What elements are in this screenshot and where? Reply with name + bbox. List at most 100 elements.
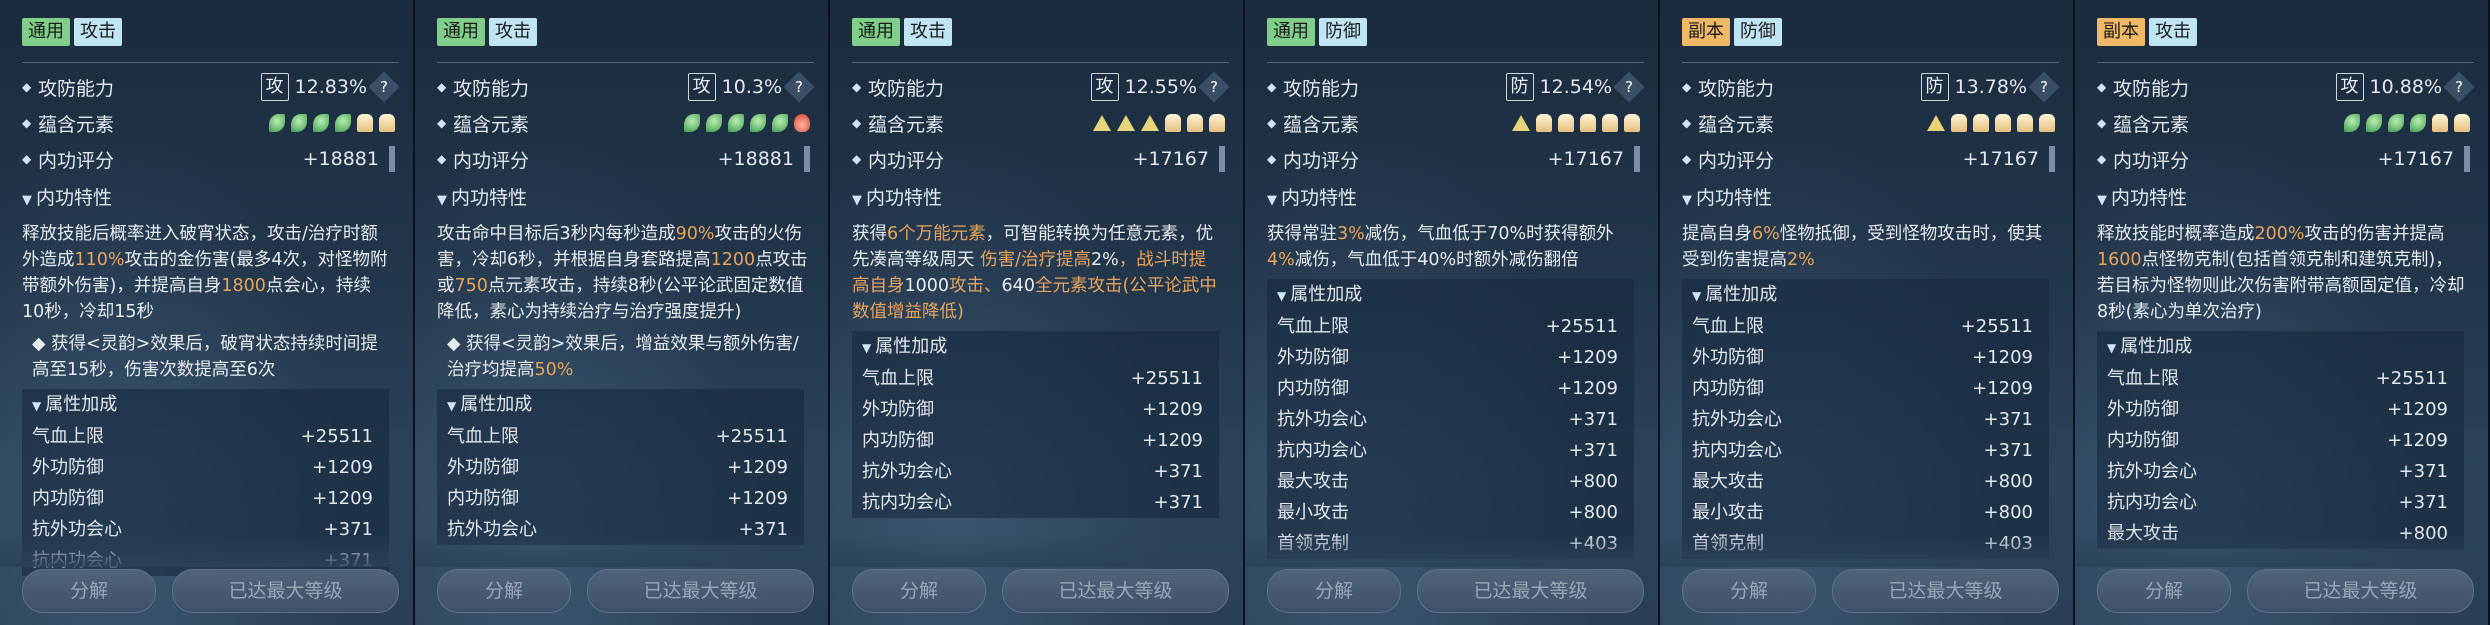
- divider: [852, 62, 1229, 63]
- score-value: +17167: [1547, 148, 1624, 170]
- score-scrollbar: [1634, 146, 1640, 172]
- divider: [22, 62, 399, 63]
- attribute-value: +800: [1568, 502, 1618, 523]
- help-icon[interactable]: ?: [368, 71, 400, 103]
- max-level-button[interactable]: 已达最大等级: [1832, 569, 2059, 613]
- category-tag: 攻击: [74, 18, 122, 46]
- tag-row: 通用 攻击: [437, 18, 814, 48]
- disassemble-button[interactable]: 分解: [437, 569, 571, 613]
- score-label: 内功评分: [38, 149, 115, 172]
- diamond-bullet-icon: ◆: [437, 152, 447, 166]
- button-row: 分解 已达最大等级: [2097, 569, 2474, 613]
- disassemble-button[interactable]: 分解: [22, 569, 156, 613]
- power-type-badge: 攻: [260, 73, 289, 101]
- power-value: 12.54%: [1539, 76, 1612, 98]
- traits-header[interactable]: ▼ 内功特性: [1682, 181, 2059, 215]
- collapse-arrow-icon: ▼: [1692, 289, 1702, 303]
- score-value: +18881: [717, 148, 794, 170]
- attribute-row: 外功防御 +1209: [862, 394, 1213, 425]
- attribute-value: +403: [1568, 533, 1618, 554]
- attribute-row: 气血上限 +25511: [862, 363, 1213, 394]
- attrs-header[interactable]: ▼ 属性加成: [1692, 279, 2043, 311]
- attrs-header[interactable]: ▼ 属性加成: [32, 389, 383, 421]
- attribute-panel: ▼ 属性加成 气血上限 +25511 外功防御 +1209 内功防御 +1209 抗外功会心 +3…: [852, 331, 1219, 518]
- max-level-button[interactable]: 已达最大等级: [172, 569, 399, 613]
- attribute-panel: ▼ 属性加成 气血上限 +25511 外功防御 +1209 内功防御 +1209 抗外功会心 +3…: [1682, 279, 2049, 559]
- category-tag: 攻击: [904, 18, 952, 46]
- attribute-name: 抗外功会心: [1692, 409, 1782, 430]
- attribute-name: 最小攻击: [1692, 502, 1764, 523]
- traits-header[interactable]: ▼ 内功特性: [852, 181, 1229, 215]
- desc-text: 减伤，气血低于70%时获得额外: [1364, 224, 1614, 244]
- attribute-row: 外功防御 +1209: [2107, 394, 2458, 425]
- attribute-row: 抗外功会心 +371: [1692, 404, 2043, 435]
- traits-header[interactable]: ▼ 内功特性: [1267, 181, 1644, 215]
- max-level-button[interactable]: 已达最大等级: [587, 569, 814, 613]
- score-value: +17167: [2377, 148, 2454, 170]
- disassemble-button[interactable]: 分解: [2097, 569, 2231, 613]
- score-scrollbar: [804, 146, 810, 172]
- score-scrollbar: [1219, 146, 1225, 172]
- traits-header[interactable]: ▼ 内功特性: [22, 181, 399, 215]
- highlight-value: 6%: [1752, 224, 1780, 244]
- attrs-header[interactable]: ▼ 属性加成: [2107, 331, 2458, 363]
- collapse-arrow-icon: ▼: [1682, 193, 1692, 208]
- attribute-row: 抗外功会心 +371: [1277, 404, 1628, 435]
- disassemble-button[interactable]: 分解: [1682, 569, 1816, 613]
- max-level-button[interactable]: 已达最大等级: [1002, 569, 1229, 613]
- attrs-header[interactable]: ▼ 属性加成: [447, 389, 798, 421]
- attrs-header[interactable]: ▼ 属性加成: [862, 331, 1213, 363]
- attribute-name: 内功防御: [1692, 378, 1764, 399]
- attribute-name: 首领克制: [1277, 533, 1349, 554]
- trait-description: 获得常驻3%减伤，气血低于70%时获得额外 4%减伤，气血低于40%时额外减伤翻倍: [1267, 221, 1644, 273]
- help-icon[interactable]: ?: [783, 71, 815, 103]
- leaf-element-icon: [291, 114, 307, 132]
- help-icon[interactable]: ?: [2028, 71, 2060, 103]
- highlight-value: 1800: [221, 276, 266, 296]
- help-icon[interactable]: ?: [1613, 71, 1645, 103]
- attribute-name: 最小攻击: [1277, 502, 1349, 523]
- help-icon[interactable]: ?: [1198, 71, 1230, 103]
- button-row: 分解 已达最大等级: [22, 569, 399, 613]
- attribute-name: 抗内功会心: [1692, 440, 1782, 461]
- traits-header[interactable]: ▼ 内功特性: [2097, 181, 2474, 215]
- attribute-value: +1209: [312, 488, 373, 509]
- attribute-name: 气血上限: [1277, 316, 1349, 337]
- trait-description: 释放技能后概率进入破宵状态，攻击/治疗时额外造成110%攻击的金伤害(最多4次，…: [22, 221, 399, 325]
- diamond-bullet-icon: ◆: [437, 80, 447, 94]
- attribute-name: 内功防御: [2107, 430, 2179, 451]
- diamond-bullet-icon: ◆: [1682, 116, 1692, 130]
- highlight-value: 2%: [1787, 250, 1815, 270]
- attribute-name: 外功防御: [2107, 399, 2179, 420]
- bell-element-icon: [2017, 114, 2033, 132]
- power-type-badge: 防: [1920, 73, 1949, 101]
- attrs-header[interactable]: ▼ 属性加成: [1277, 279, 1628, 311]
- max-level-button[interactable]: 已达最大等级: [1417, 569, 1644, 613]
- attribute-value: +1209: [2387, 430, 2448, 451]
- power-label: 攻防能力: [2113, 77, 2190, 100]
- disassemble-button[interactable]: 分解: [1267, 569, 1401, 613]
- max-level-button[interactable]: 已达最大等级: [2247, 569, 2474, 613]
- attribute-name: 内功防御: [447, 488, 519, 509]
- attribute-value: +800: [1983, 502, 2033, 523]
- leaf-element-icon: [335, 114, 351, 132]
- score-scrollbar: [2049, 146, 2055, 172]
- button-row: 分解 已达最大等级: [852, 569, 1229, 613]
- elements-row: ◆ 蕴含元素: [852, 105, 1229, 141]
- tag-row: 通用 攻击: [22, 18, 399, 48]
- help-icon[interactable]: ?: [2443, 71, 2475, 103]
- attribute-row: 外功防御 +1209: [1277, 342, 1628, 373]
- attribute-name: 外功防御: [862, 399, 934, 420]
- tag-row: 通用 攻击: [852, 18, 1229, 48]
- traits-header[interactable]: ▼ 内功特性: [437, 181, 814, 215]
- attribute-name: 内功防御: [862, 430, 934, 451]
- fire-element-icon: [794, 114, 810, 132]
- attribute-value: +371: [2398, 461, 2448, 482]
- attribute-value: +25511: [1545, 316, 1618, 337]
- attribute-panel: ▼ 属性加成 气血上限 +25511 外功防御 +1209 内功防御 +1209 抗外功会心 +3…: [22, 389, 389, 576]
- power-label: 攻防能力: [1283, 77, 1360, 100]
- score-value: +18881: [302, 148, 379, 170]
- disassemble-button[interactable]: 分解: [852, 569, 986, 613]
- attribute-name: 抗内功会心: [862, 492, 952, 513]
- collapse-arrow-icon: ▼: [2097, 193, 2107, 208]
